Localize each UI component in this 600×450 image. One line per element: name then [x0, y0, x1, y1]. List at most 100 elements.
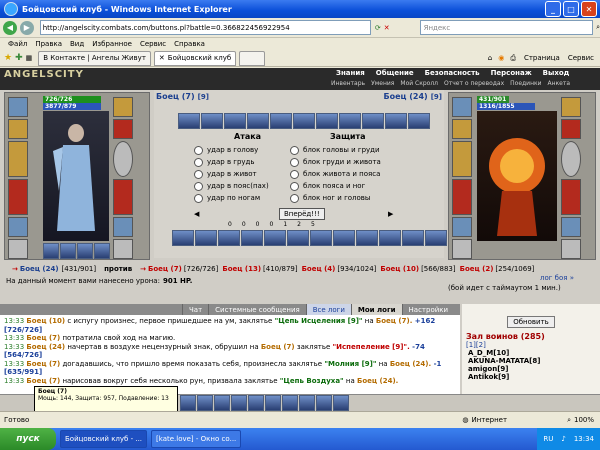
- pages-links[interactable]: [1][2]: [466, 341, 600, 349]
- refresh-button[interactable]: Обновить: [507, 316, 555, 328]
- nav-communication[interactable]: Общение: [376, 69, 414, 77]
- player-item[interactable]: amigon[9]: [468, 365, 600, 373]
- menu-view[interactable]: Вид: [70, 40, 84, 48]
- tool-icon[interactable]: [316, 395, 332, 411]
- nav-exit[interactable]: Выход: [543, 69, 570, 77]
- spell-icon[interactable]: [241, 230, 263, 246]
- forward-button[interactable]: Вперёд!!!: [279, 208, 325, 220]
- subnav-inventory[interactable]: Инвентарь: [331, 80, 365, 87]
- tab-settings[interactable]: Настройки: [401, 304, 455, 315]
- player-item[interactable]: AKUNA-MATATA[8]: [468, 357, 600, 365]
- ring-slot-icon[interactable]: [452, 239, 472, 259]
- menu-file[interactable]: Файл: [8, 40, 27, 48]
- maximize-button[interactable]: □: [563, 1, 579, 17]
- left-arrow-icon[interactable]: ◀: [194, 210, 199, 218]
- spell-icon[interactable]: [195, 230, 217, 246]
- feed-icon[interactable]: ◉: [498, 54, 504, 62]
- ring-slot-icon[interactable]: [8, 239, 28, 259]
- block-legs-head-radio[interactable]: блок ног и головы: [290, 192, 381, 204]
- print-icon[interactable]: ⎙: [510, 54, 516, 63]
- attack-belly-radio[interactable]: удар в живот: [194, 168, 269, 180]
- tool-icon[interactable]: [197, 395, 213, 411]
- tab-list-icon[interactable]: ▦: [26, 54, 33, 62]
- back-arrow-icon[interactable]: ◀: [3, 20, 17, 35]
- new-tab[interactable]: [239, 50, 266, 66]
- spell-icon[interactable]: [379, 230, 401, 246]
- enemy-name[interactable]: Боец (7): [148, 265, 182, 273]
- spell-icon[interactable]: [293, 113, 315, 129]
- spell-icon[interactable]: [178, 113, 200, 129]
- cloak-slot-icon[interactable]: [561, 179, 581, 215]
- tool-icon[interactable]: [299, 395, 315, 411]
- search-input[interactable]: Яндекс: [419, 20, 594, 35]
- player-item[interactable]: A_D_M[10]: [468, 349, 600, 357]
- shield-slot-icon[interactable]: [113, 141, 133, 177]
- language-indicator[interactable]: RU: [543, 435, 553, 443]
- tool-icon[interactable]: [265, 395, 281, 411]
- subnav-scroll[interactable]: Мой Скролл: [400, 80, 438, 87]
- battle-log-link[interactable]: лог боя »: [540, 274, 574, 282]
- tool-icon[interactable]: [214, 395, 230, 411]
- close-button[interactable]: ✕: [581, 1, 597, 17]
- home-icon[interactable]: ⌂: [488, 54, 492, 62]
- weapon-slot-icon[interactable]: [8, 141, 28, 177]
- boots-slot-icon[interactable]: [113, 217, 133, 237]
- item-icon[interactable]: [43, 243, 59, 259]
- earring-slot-icon[interactable]: [113, 97, 133, 117]
- right-fighter-name[interactable]: Боец (24): [384, 92, 428, 101]
- attack-head-radio[interactable]: удар в голову: [194, 144, 269, 156]
- spell-icon[interactable]: [172, 230, 194, 246]
- subnav-transfers[interactable]: Отчет о переводах: [444, 80, 504, 87]
- cloak-slot-icon[interactable]: [113, 179, 133, 215]
- enemy-name[interactable]: Боец (13): [222, 265, 261, 273]
- enemy-name[interactable]: Боец (2): [460, 265, 494, 273]
- attack-waist-radio[interactable]: удар в пояс(пах): [194, 180, 269, 192]
- item-icon[interactable]: [60, 243, 76, 259]
- item-icon[interactable]: [94, 243, 110, 259]
- spell-icon[interactable]: [287, 230, 309, 246]
- player-item[interactable]: Antikok[9]: [468, 373, 600, 381]
- left-info-icon[interactable]: [9]: [198, 93, 209, 101]
- armor-slot-icon[interactable]: [8, 179, 28, 215]
- start-button[interactable]: пуск: [0, 428, 56, 450]
- task-chat[interactable]: [kate.love] - Окно со...: [151, 430, 242, 448]
- speaker-icon[interactable]: ♪: [561, 435, 565, 443]
- spell-icon[interactable]: [201, 113, 223, 129]
- tool-icon[interactable]: [231, 395, 247, 411]
- boots-slot-icon[interactable]: [561, 217, 581, 237]
- menu-tools[interactable]: Сервис: [140, 40, 166, 48]
- nav-knowledge[interactable]: Знания: [336, 69, 365, 77]
- right-arrow-icon[interactable]: ▶: [388, 210, 393, 218]
- tab-my-logs[interactable]: Мои логи: [350, 304, 402, 315]
- nav-security[interactable]: Безопасность: [425, 69, 480, 77]
- spell-icon[interactable]: [356, 230, 378, 246]
- subnav-profile[interactable]: Анкета: [548, 80, 571, 87]
- tab-close-icon[interactable]: ✕: [159, 54, 165, 62]
- spell-icon[interactable]: [316, 113, 338, 129]
- spell-icon[interactable]: [247, 113, 269, 129]
- spell-icon[interactable]: [385, 113, 407, 129]
- gloves-slot-icon[interactable]: [561, 119, 581, 139]
- zoom-icon[interactable]: ⌕: [567, 416, 571, 425]
- spell-icon[interactable]: [270, 113, 292, 129]
- tab-fight-club[interactable]: ✕ Бойцовский клуб: [153, 50, 237, 66]
- belt-slot-icon[interactable]: [452, 217, 472, 237]
- amulet-slot-icon[interactable]: [8, 119, 28, 139]
- zoom-level[interactable]: 100%: [574, 416, 594, 424]
- tab-vkontakte[interactable]: В Контакте | Ангелы Живут: [38, 50, 151, 66]
- task-ie[interactable]: Бойцовский клуб - ...: [60, 430, 148, 448]
- tools-menu[interactable]: Сервис: [568, 54, 594, 62]
- spell-icon[interactable]: [310, 230, 332, 246]
- block-head-chest-radio[interactable]: блок головы и груди: [290, 144, 381, 156]
- spell-icon[interactable]: [218, 230, 240, 246]
- enemy-name[interactable]: Боец (10): [380, 265, 419, 273]
- enemy-name[interactable]: Боец (4): [302, 265, 336, 273]
- item-icon[interactable]: [77, 243, 93, 259]
- tool-icon[interactable]: [180, 395, 196, 411]
- tool-icon[interactable]: [248, 395, 264, 411]
- menu-help[interactable]: Справка: [174, 40, 205, 48]
- refresh-icon[interactable]: ⟳: [375, 24, 381, 32]
- spell-icon[interactable]: [333, 230, 355, 246]
- belt-slot-icon[interactable]: [8, 217, 28, 237]
- page-menu[interactable]: Страница: [524, 54, 560, 62]
